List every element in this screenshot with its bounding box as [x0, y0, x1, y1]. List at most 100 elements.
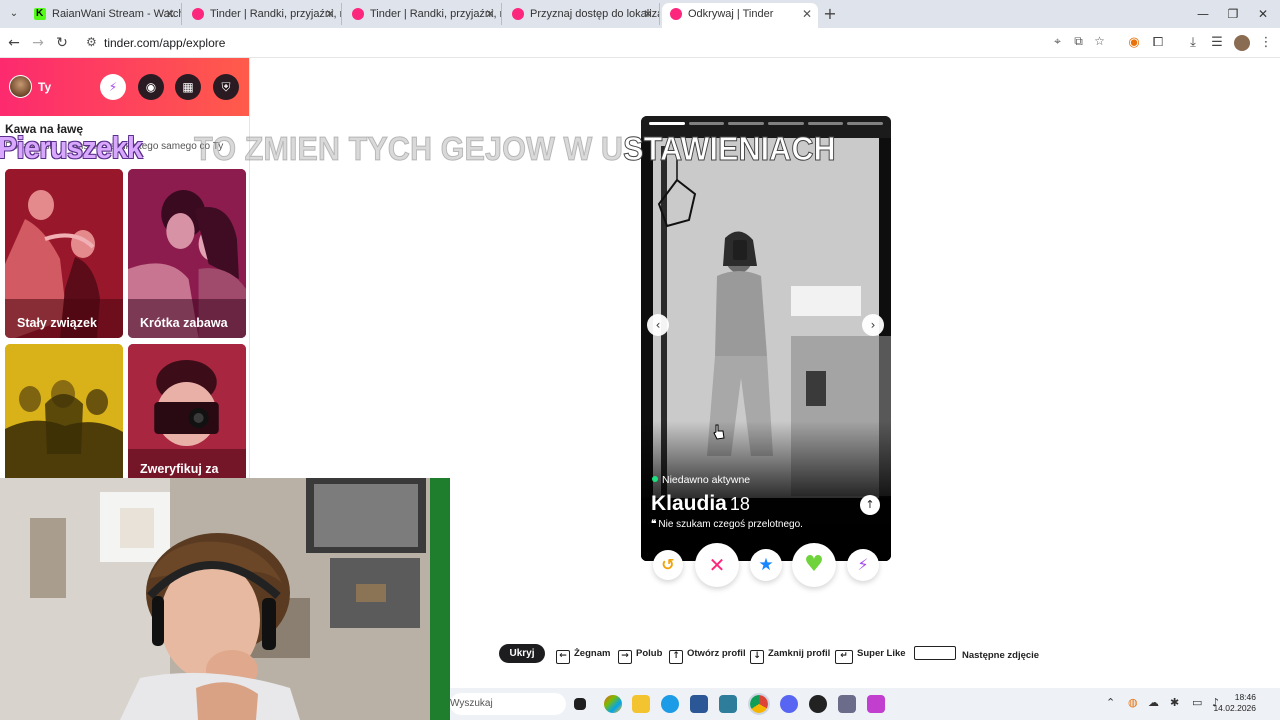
tab-title: RaianWani Stream - Watch Live: [52, 8, 182, 20]
tray-chevron-icon[interactable]: ⌃: [1106, 696, 1115, 709]
tab-title: Odkrywaj | Tinder: [688, 8, 774, 20]
briefcase-icon[interactable]: ▦: [175, 74, 201, 100]
user-label[interactable]: Ty: [38, 80, 51, 94]
site-info-icon[interactable]: ⚙: [86, 35, 97, 49]
profile-name-age: Klaudia 18: [651, 492, 750, 516]
store-icon[interactable]: [690, 695, 708, 713]
explore-compass-icon[interactable]: ◉: [138, 74, 164, 100]
card-friends[interactable]: [5, 344, 123, 478]
tab-location-access[interactable]: Przyznaj dostęp do lokalizacji u ✕: [504, 3, 660, 25]
profile-avatar-icon[interactable]: [1234, 35, 1250, 51]
tinder-icon: [670, 8, 682, 20]
reading-list-icon[interactable]: ☰: [1207, 33, 1227, 53]
card-label: Stały związek: [17, 316, 97, 330]
next-photo-chevron-icon[interactable]: ›: [862, 314, 884, 336]
camera-icon[interactable]: [838, 695, 856, 713]
like-button[interactable]: ♥: [792, 543, 836, 587]
tab-explore-active[interactable]: Odkrywaj | Tinder ✕: [662, 3, 818, 28]
hide-shortcuts-button[interactable]: Ukryj: [499, 644, 545, 663]
install-app-icon[interactable]: ⧉: [1068, 34, 1089, 49]
card-photo: [5, 169, 123, 338]
tab-title: Tinder | Randki, przyjaźni, nowe: [210, 8, 341, 20]
card-zweryfikuj[interactable]: Zweryfikuj za: [128, 344, 246, 478]
webcam-overlay: [0, 478, 450, 720]
download-icon[interactable]: ⤓: [1183, 33, 1203, 53]
screen: ⌄ RaianWani Stream - Watch Live ✕ Tinder…: [0, 0, 1280, 720]
tinder-icon: [352, 8, 364, 20]
card-label: Zweryfikuj za: [140, 462, 219, 476]
kick-icon: [34, 3, 46, 25]
shortcut-label: Żegnam: [574, 648, 611, 659]
open-profile-arrow-icon[interactable]: ↑: [860, 495, 880, 515]
taskbar-search[interactable]: Wyszukaj: [450, 693, 566, 715]
browser-menu-icon[interactable]: ⋮: [1256, 33, 1276, 53]
forward-arrow-icon[interactable]: →: [28, 33, 48, 53]
location-pin-icon[interactable]: ⌖: [1047, 34, 1068, 49]
profile-bio-text: Nie szukam czegoś przelotnego.: [658, 519, 803, 530]
copilot-icon[interactable]: [604, 695, 622, 713]
card-photo: [5, 344, 123, 478]
chrome-icon[interactable]: [748, 693, 770, 715]
card-photo: [128, 344, 246, 478]
bookmark-star-icon[interactable]: ☆: [1089, 34, 1110, 48]
up-key-icon: ↑: [669, 650, 683, 664]
tab-close-icon[interactable]: ✕: [485, 3, 495, 25]
tab-search-chevron-icon[interactable]: ⌄: [4, 4, 24, 24]
boost-button[interactable]: ⚡: [847, 549, 879, 581]
url-text[interactable]: tinder.com/app/explore: [104, 36, 225, 50]
back-arrow-icon[interactable]: ←: [4, 33, 24, 53]
nope-button[interactable]: ✕: [695, 543, 739, 587]
shortcut-label: Super Like: [857, 648, 906, 659]
enter-key-icon: ↵: [835, 650, 853, 664]
minimize-icon[interactable]: —: [1188, 3, 1218, 25]
space-key-icon: [914, 646, 956, 660]
network-icon[interactable]: ▭: [1192, 696, 1202, 709]
tab-tinder-2[interactable]: Tinder | Randki, przyjaźni, nowe ✕: [344, 3, 502, 25]
restore-icon[interactable]: ❐: [1218, 3, 1248, 25]
card-krotka-zabawa[interactable]: Krótka zabawa: [128, 169, 246, 338]
discord-icon[interactable]: [780, 695, 798, 713]
profile-card[interactable]: ‹ › Niedawno aktywne Klaudia 18 ❝ Nie szuk…: [641, 116, 891, 561]
user-avatar[interactable]: [9, 75, 32, 98]
file-explorer-icon[interactable]: [632, 695, 650, 713]
rewind-button[interactable]: ↺: [653, 550, 683, 580]
address-bar[interactable]: ⚙ tinder.com/app/explore ⌖ ⧉ ☆: [78, 31, 1118, 55]
boost-icon[interactable]: ⚡: [100, 74, 126, 100]
address-bar-tools: ⌖ ⧉ ☆: [1047, 34, 1110, 49]
tab-kick-stream[interactable]: RaianWani Stream - Watch Live ✕: [26, 3, 182, 25]
shortcut-label: Zamknij profil: [768, 648, 831, 659]
photo-progress-bars: [649, 122, 884, 125]
new-tab-plus-icon[interactable]: +: [820, 3, 840, 25]
task-view-icon[interactable]: [574, 698, 586, 710]
app-icon[interactable]: [867, 695, 885, 713]
edge-icon[interactable]: [661, 695, 679, 713]
previous-photo-chevron-icon[interactable]: ‹: [647, 314, 669, 336]
tab-close-icon[interactable]: ✕: [643, 3, 653, 25]
photo-progress-bar: [728, 122, 765, 125]
clock[interactable]: 18:46 14.02.2026: [1213, 692, 1256, 714]
cloud-icon[interactable]: ☁: [1148, 696, 1159, 709]
tab-tinder-1[interactable]: Tinder | Randki, przyjaźni, nowe ✕: [184, 3, 342, 25]
extensions-puzzle-icon[interactable]: ⧠: [1148, 33, 1168, 53]
clock-date: 14.02.2026: [1213, 703, 1256, 713]
super-like-button[interactable]: ★: [750, 549, 782, 581]
shortcut-open-profile: ↑ Otwórz profil: [669, 646, 746, 664]
close-window-icon[interactable]: ✕: [1248, 3, 1278, 25]
obs-icon[interactable]: [809, 695, 827, 713]
extension-icon[interactable]: ◉: [1124, 33, 1144, 53]
browser-toolbar: ← → ↻ ⚙ tinder.com/app/explore ⌖ ⧉ ☆ ◉ ⧠ ⤓…: [0, 28, 1280, 58]
sidebar-header: Ty ⚡ ◉ ▦ ⛨: [0, 58, 249, 116]
card-photo: [128, 169, 246, 338]
outlook-icon[interactable]: [719, 695, 737, 713]
tray-bluetooth-icon[interactable]: ✱: [1170, 696, 1179, 709]
card-staly-zwiazek[interactable]: Stały związek: [5, 169, 123, 338]
shield-icon[interactable]: ⛨: [213, 74, 239, 100]
taskbar: Wyszukaj ⌃ ◍ ☁ ✱ ▭ ♪ 18:46 14.02.2026: [450, 688, 1280, 720]
tab-close-icon[interactable]: ✕: [802, 3, 812, 25]
tab-close-icon[interactable]: ✕: [165, 3, 175, 25]
tray-app-icon[interactable]: ◍: [1128, 696, 1138, 709]
webcam-image: [0, 478, 450, 720]
reload-icon[interactable]: ↻: [52, 33, 72, 53]
shortcut-label: Otwórz profil: [687, 648, 746, 659]
tab-close-icon[interactable]: ✕: [325, 3, 335, 25]
